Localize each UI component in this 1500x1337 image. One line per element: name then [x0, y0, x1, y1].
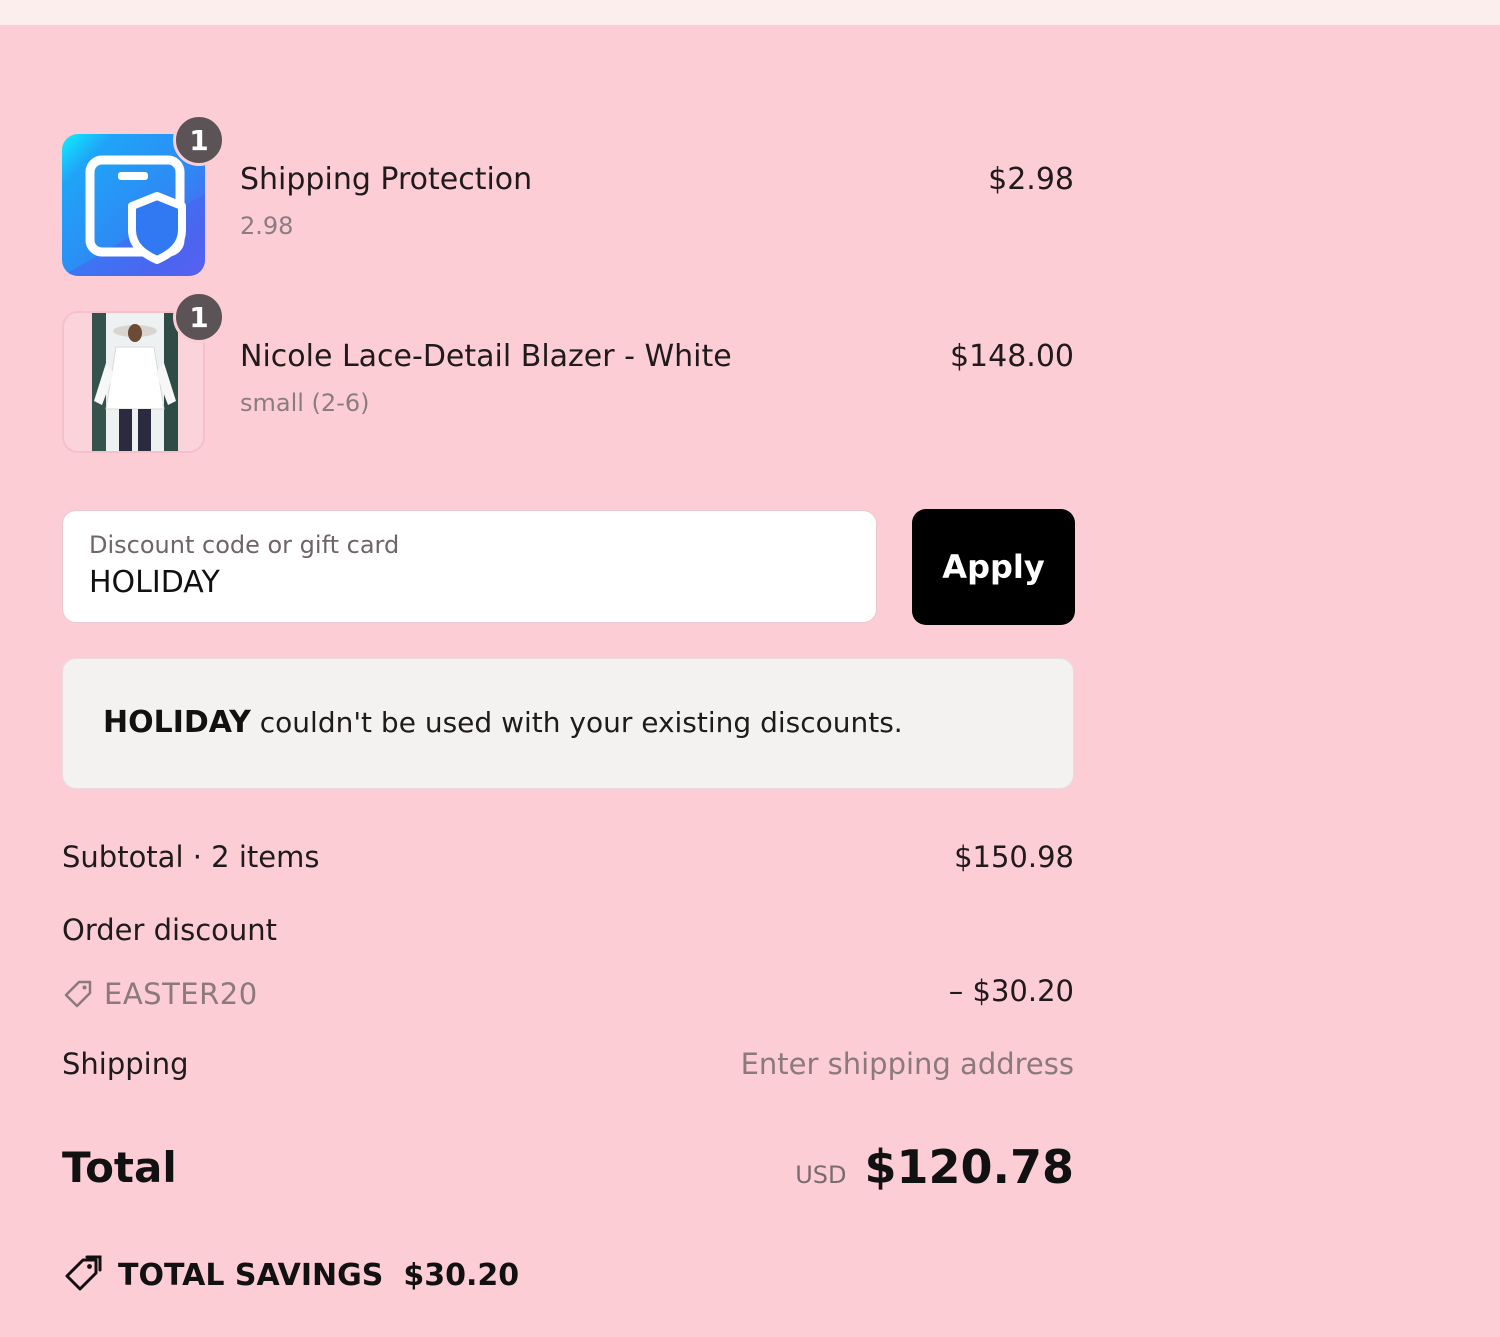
quantity-badge: 1 [173, 114, 225, 166]
discount-code-label: Discount code or gift card [89, 531, 400, 559]
total-amount: $120.78 [864, 1140, 1074, 1194]
discount-error-alert: HOLIDAY couldn't be used with your exist… [62, 658, 1074, 789]
total-savings: TOTAL SAVINGS $30.20 [62, 1255, 519, 1295]
product-thumbnail-wrap: 1 [62, 291, 225, 453]
total-savings-label: TOTAL SAVINGS [118, 1257, 384, 1293]
currency-code: USD [795, 1161, 847, 1189]
shipping-label: Shipping [62, 1047, 189, 1081]
product-thumbnail-wrap: 1 [62, 114, 225, 276]
order-discount-label: Order discount [62, 913, 278, 947]
alert-code: HOLIDAY [103, 705, 251, 740]
order-summary: 1 Shipping Protection 2.98 $2.98 1 Nicol… [62, 0, 1075, 1337]
savings-tag-icon [65, 1255, 102, 1291]
discount-code-input[interactable] [89, 565, 849, 600]
line-item-shipping-protection: 1 Shipping Protection 2.98 $2.98 [62, 114, 1074, 276]
subtotal-value: $150.98 [954, 840, 1074, 874]
order-discount-value: – $30.20 [948, 974, 1074, 1008]
line-item-price: $148.00 [949, 339, 1074, 374]
applied-discount-code: EASTER20 [62, 974, 258, 1014]
total-label: Total [62, 1143, 177, 1192]
alert-message: couldn't be used with your existing disc… [259, 706, 903, 739]
line-item-subtitle: 2.98 [240, 212, 294, 240]
line-item-title: Nicole Lace-Detail Blazer - White [240, 339, 732, 374]
alert-text: HOLIDAY couldn't be used with your exist… [103, 705, 903, 740]
total-value-wrap: USD $120.78 [795, 1140, 1074, 1194]
subtotal-label: Subtotal · 2 items [62, 840, 320, 874]
line-item-subtitle: small (2-6) [240, 389, 370, 417]
quantity-badge: 1 [173, 291, 225, 343]
line-item-title: Shipping Protection [240, 162, 533, 197]
shipping-value: Enter shipping address [740, 1047, 1074, 1081]
line-item-blazer: 1 Nicole Lace-Detail Blazer - White smal… [62, 291, 1074, 453]
line-item-price: $2.98 [988, 162, 1074, 197]
discount-code-text: EASTER20 [104, 977, 258, 1011]
discount-code-field[interactable]: Discount code or gift card [62, 510, 877, 623]
apply-button[interactable]: Apply [912, 509, 1075, 625]
total-savings-amount: $30.20 [403, 1257, 520, 1293]
tag-icon [64, 980, 92, 1008]
